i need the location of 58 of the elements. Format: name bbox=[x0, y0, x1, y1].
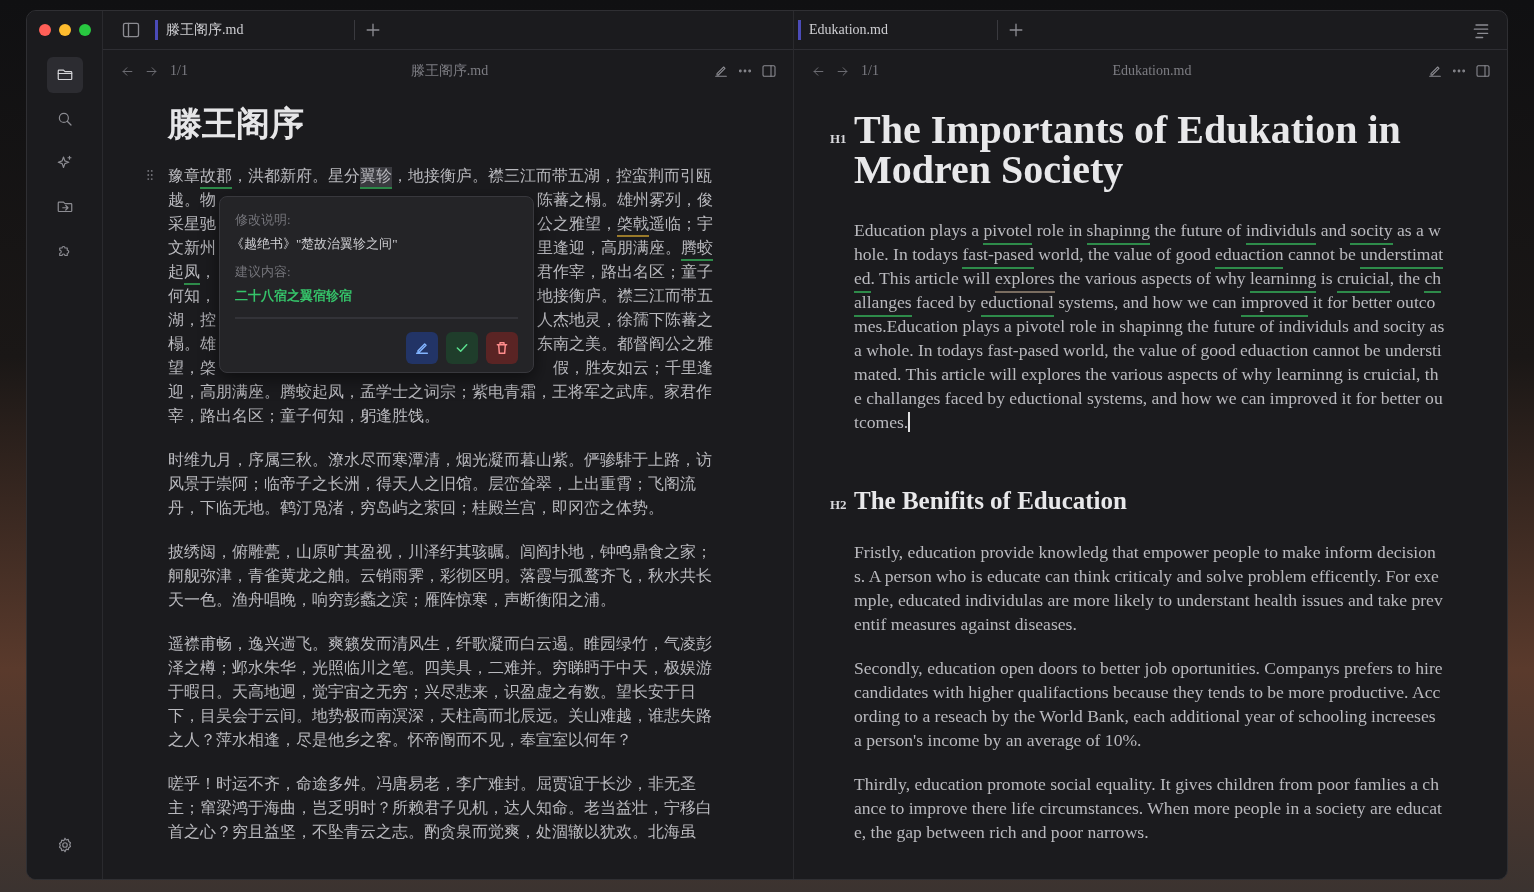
text-line: 宰，路出名区；童子何知，躬逢胜饯。 bbox=[168, 406, 441, 426]
paragraph: 时维九月，序属三秋。潦水尽而寒潭清，烟光凝而暮山紫。俨骖騑于上路，访风景于崇阿；临帝子之长洲，得天人之旧馆。层峦耸翠，上出重霄；飞阁流丹，下临无地。鹤汀凫渚，穷岛屿之萦回；桂殿兰宫，即冈峦之体势。 bbox=[168, 450, 713, 518]
text-fragment: 东南之美。都督阎公之雅 bbox=[537, 334, 713, 354]
paragraph: Thirdly, education promote social equality. It gives children from poor famlies a chance to improve there life circumstances. When more people in a society are educate, the gap between rich and poor narrows. bbox=[854, 773, 1443, 844]
text-fragment: 起凤， bbox=[168, 260, 216, 284]
text-fragment: 人杰地灵，徐孺下陈蕃之 bbox=[537, 310, 713, 330]
pencil-icon bbox=[414, 340, 430, 356]
text-fragment: 何知， bbox=[168, 286, 216, 306]
window-control-button[interactable] bbox=[78, 24, 91, 36]
text-fragment: 公之雅望，棨戟遥临；宇 bbox=[537, 212, 713, 236]
paragraph: Fristly, education provide knowledg that empower people to make inform decisions. A person who is educate can think criticaly and solve problem efficently. For exemple, educated individulas are more likely to understant health issues and take preventif measures against diseases. bbox=[854, 541, 1444, 636]
text-fragment: 假，胜友如云；千里逢 bbox=[553, 358, 713, 378]
edit-button[interactable] bbox=[406, 332, 438, 364]
text-fragment: 望，棨 bbox=[168, 358, 216, 378]
text-fragment: 陈蕃之榻。雄州雾列，俊 bbox=[537, 190, 713, 210]
text-fragment: 湖，控 bbox=[168, 310, 216, 330]
tab[interactable]: 滕王阁序.md bbox=[155, 20, 355, 40]
paragraph: 遥襟甫畅，逸兴遄飞。爽籁发而清风生，纤歌凝而白云遏。睢园绿竹，气凌彭泽之樽；邺水朱华，光照临川之笔。四美具，二难并。穷睇眄于中天，极娱游于暇日。天高地迥，觉宇宙之无穷；兴尽悲来，识盈虚之有数。望长安于日下，目吴会于云间。地势极而南溟深，天柱高而北辰远。关山难越，谁悲失路之人？萍水相逢，尽是他乡之客。怀帝阍而不见，奉宣室以何年？ bbox=[168, 634, 713, 750]
note-text: 《越绝书》"楚故治翼轸之间" bbox=[231, 235, 399, 253]
text-fragment: 地接衡庐。襟三江而带五 bbox=[537, 286, 713, 306]
page-counter: 1/1 bbox=[861, 63, 879, 79]
panel-icon bbox=[761, 63, 777, 79]
heading-level-label: H1 bbox=[830, 131, 848, 147]
pencil-icon bbox=[1427, 63, 1443, 79]
window-control-button[interactable] bbox=[58, 24, 71, 36]
text-fragment: 榻。雄 bbox=[168, 334, 216, 354]
paragraph: Education plays a pivotel role in shapinng the future of individuls and socity as a whole. In todays fast-pased world, the value of good eduaction cannot be understimated. This article will explores the various aspects of why learninng is cruicial, the challanges faced by eductional systems, and how we can improved it for better outcomes.Education plays a pivotel role in shapinng the future of individuls and socity as a whole. In todays fast-pased world, the value of good eduaction cannot be understimated. This article will explores the various aspects of why learninng is cruicial, the challanges faced by eductional systems, and how we can improved it for better outcomes. bbox=[854, 219, 1446, 434]
page-counter: 1/1 bbox=[170, 63, 188, 79]
text-fragment: 越。物 bbox=[168, 190, 216, 210]
delete-button[interactable] bbox=[486, 332, 518, 364]
document-heading: 滕王阁序 bbox=[168, 104, 305, 144]
suggestion-text: 二十八宿之翼宿轸宿 bbox=[235, 287, 353, 305]
panel-icon bbox=[1475, 63, 1491, 79]
text-fragment: 君作宰，路出名区；童子 bbox=[537, 262, 713, 282]
sidebar-toggle-icon bbox=[121, 20, 141, 40]
heading: The Importants of Edukation in Modren Society bbox=[854, 110, 1402, 190]
sidebar-button[interactable] bbox=[46, 57, 83, 93]
tab-title: 滕王阁序.md bbox=[166, 21, 244, 39]
heading: The Benifits of Education bbox=[854, 486, 1127, 516]
heading-level-label: H2 bbox=[830, 497, 848, 513]
text-line: 迎，高朋满座。腾蛟起凤，孟学士之词宗；紫电青霜，王将军之武库。家君作 bbox=[168, 382, 713, 402]
tab[interactable]: Edukation.md bbox=[798, 20, 998, 40]
trash-icon bbox=[494, 340, 510, 356]
pencil-icon bbox=[713, 63, 729, 79]
tab-title: Edukation.md bbox=[809, 22, 888, 38]
window-control-button[interactable] bbox=[38, 24, 51, 36]
paragraph: Secondly, education open doors to better job oportunities. Companys prefers to hire candidates with higher qualifactions because they tends to be more productive. According to a reseach by the World Bank, each additional year of schooling increeses a person's income by an average of 10%. bbox=[854, 657, 1444, 752]
document-title: Edukation.md bbox=[1111, 63, 1193, 79]
popup-label: 修改说明: bbox=[235, 211, 292, 229]
text-fragment: 采星驰 bbox=[168, 214, 216, 234]
paragraph: 嗟乎！时运不齐，命途多舛。冯唐易老，李广难封。屈贾谊于长沙，非无圣主；窜梁鸿于海曲，岂乏明时？所赖君子见机，达人知命。老当益壮，宁移白首之心？穷且益坚，不坠青云之志。酌贪泉而觉爽，处涸辙以犹欢。北海虽 bbox=[168, 774, 713, 842]
text-fragment: 文新州 bbox=[168, 238, 216, 258]
popup-label: 建议内容: bbox=[235, 263, 292, 281]
document-title: 滕王阁序.md bbox=[409, 62, 490, 80]
accept-button[interactable] bbox=[446, 332, 478, 364]
paragraph: 披绣闼，俯雕甍，山原旷其盈视，川泽纡其骇瞩。闾阎扑地，钟鸣鼎食之家；舸舰弥津，青雀黄龙之舳。云销雨霁，彩彻区明。落霞与孤鹜齐飞，秋水共长天一色。渔舟唱晚，响穷彭蠡之滨；雁阵惊寒，声断衡阳之浦。 bbox=[168, 542, 713, 610]
text-fragment: 里逢迎，高朋满座。腾蛟 bbox=[537, 236, 713, 260]
text-line: 豫章故郡，洪都新府。星分翼轸，地接衡庐。襟三江而带五湖，控蛮荆而引瓯 bbox=[168, 164, 713, 188]
